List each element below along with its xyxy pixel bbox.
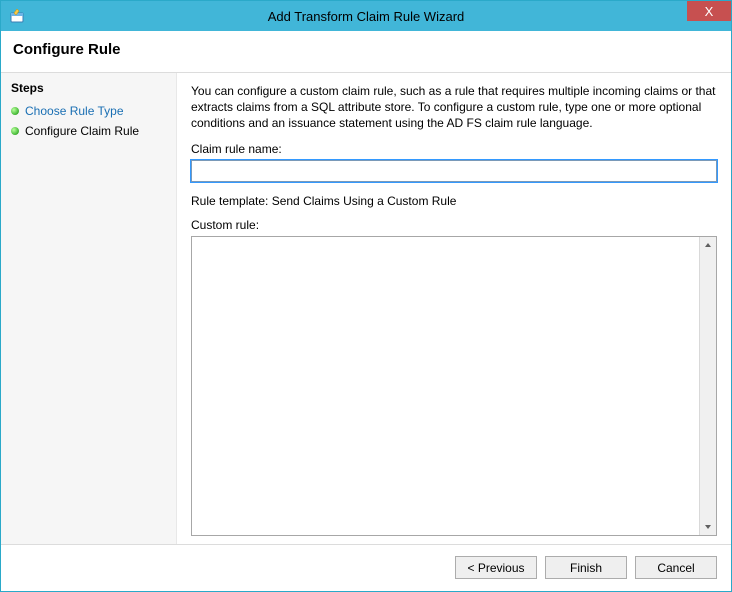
- claim-rule-name-label: Claim rule name:: [191, 142, 717, 156]
- steps-sidebar: Steps Choose Rule Type Configure Claim R…: [1, 73, 177, 544]
- bullet-icon: [11, 107, 19, 115]
- bullet-icon: [11, 127, 19, 135]
- scroll-down-icon[interactable]: [700, 518, 717, 535]
- window-title: Add Transform Claim Rule Wizard: [1, 9, 731, 24]
- custom-rule-container: [191, 236, 717, 536]
- close-icon: X: [705, 4, 714, 19]
- scroll-up-icon[interactable]: [700, 237, 717, 254]
- scrollbar[interactable]: [699, 237, 716, 535]
- description-text: You can configure a custom claim rule, s…: [191, 83, 717, 132]
- step-choose-rule-type[interactable]: Choose Rule Type: [1, 101, 176, 121]
- previous-button[interactable]: < Previous: [455, 556, 537, 579]
- app-icon: [9, 8, 25, 24]
- rule-template-label: Rule template: Send Claims Using a Custo…: [191, 194, 717, 208]
- close-button[interactable]: X: [687, 1, 731, 21]
- step-label: Configure Claim Rule: [25, 124, 139, 138]
- wizard-footer: < Previous Finish Cancel: [1, 544, 731, 590]
- step-label: Choose Rule Type: [25, 104, 124, 118]
- custom-rule-textarea[interactable]: [192, 237, 699, 535]
- steps-heading: Steps: [1, 77, 176, 101]
- main-panel: You can configure a custom claim rule, s…: [177, 73, 731, 544]
- claim-rule-name-input[interactable]: [191, 160, 717, 182]
- wizard-header: Configure Rule: [1, 31, 731, 72]
- page-title: Configure Rule: [13, 41, 719, 58]
- wizard-body: Steps Choose Rule Type Configure Claim R…: [1, 72, 731, 544]
- cancel-button[interactable]: Cancel: [635, 556, 717, 579]
- custom-rule-label: Custom rule:: [191, 218, 717, 232]
- step-configure-claim-rule[interactable]: Configure Claim Rule: [1, 121, 176, 141]
- finish-button[interactable]: Finish: [545, 556, 627, 579]
- titlebar: Add Transform Claim Rule Wizard X: [1, 1, 731, 31]
